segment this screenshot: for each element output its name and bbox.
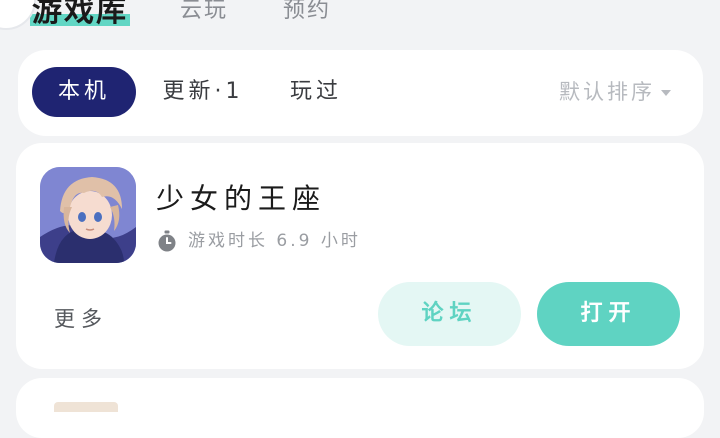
next-game-cover-icon[interactable] — [54, 402, 118, 412]
game-cover-icon[interactable] — [40, 167, 136, 263]
caret-down-icon — [661, 90, 671, 96]
open-button[interactable]: 打开 — [537, 282, 680, 346]
tab-game-library-label: 游戏库 — [32, 0, 128, 29]
stopwatch-icon — [158, 230, 176, 252]
avatar[interactable] — [0, 0, 36, 30]
filter-chip-local-label: 本机 — [57, 79, 110, 104]
playtime-row: 游戏时长 6.9 小时 — [156, 229, 361, 253]
next-game-card[interactable] — [16, 378, 704, 438]
filter-chip-local[interactable]: 本机 — [32, 67, 136, 117]
forum-button[interactable]: 论坛 — [378, 282, 521, 346]
filter-chip-updates[interactable]: 更新·1 — [158, 67, 248, 117]
sort-dropdown-label: 默认排序 — [559, 80, 655, 104]
open-button-label: 打开 — [580, 301, 637, 326]
filter-chip-updates-label: 更新·1 — [162, 79, 244, 104]
tab-cloud-play[interactable]: 云玩 — [180, 0, 228, 24]
top-tab-bar: 游戏库 云玩 预约 — [0, 0, 720, 40]
tab-cloud-play-label: 云玩 — [180, 0, 229, 23]
tab-game-library[interactable]: 游戏库 — [30, 0, 130, 30]
sort-dropdown[interactable]: 默认排序 — [559, 67, 671, 117]
filter-chip-played[interactable]: 玩过 — [276, 67, 356, 117]
forum-button-label: 论坛 — [421, 301, 478, 326]
game-title: 少女的王座 — [156, 182, 327, 215]
playtime-text: 游戏时长 6.9 小时 — [188, 231, 361, 251]
tab-reservations-label: 预约 — [283, 0, 332, 23]
more-button-label: 更多 — [54, 307, 108, 331]
filter-bar: 本机 更新·1 玩过 默认排序 — [18, 50, 703, 136]
tab-reservations[interactable]: 预约 — [283, 0, 331, 24]
filter-chip-played-label: 玩过 — [289, 79, 342, 104]
more-button[interactable]: 更多 — [54, 303, 108, 333]
game-card[interactable]: 少女的王座 游戏时长 6.9 小时 更多 论坛 打开 — [16, 143, 704, 369]
